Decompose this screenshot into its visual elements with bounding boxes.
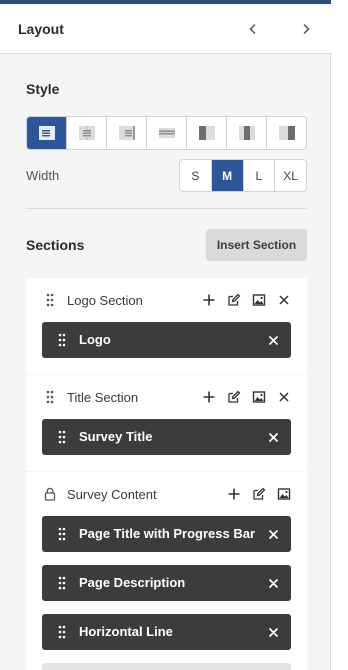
section-item-label: Logo (79, 332, 111, 347)
drag-handle-icon[interactable] (58, 430, 66, 444)
align-full-icon (158, 128, 175, 138)
section-item-label: Page Title with Progress Bar (79, 526, 256, 541)
width-selector: S M L XL (179, 159, 307, 192)
layout-center-panel-icon (238, 126, 255, 140)
drag-handle-icon[interactable] (58, 527, 66, 541)
chevron-left-icon[interactable] (243, 18, 263, 40)
layout-left-panel-button[interactable] (187, 117, 227, 149)
remove-icon[interactable] (265, 624, 281, 640)
remove-icon[interactable] (265, 332, 281, 348)
add-icon[interactable] (224, 484, 243, 503)
sections-heading: Sections (26, 237, 85, 253)
width-l-button[interactable]: L (244, 160, 276, 191)
align-center-button[interactable] (67, 117, 107, 149)
drag-handle-icon[interactable] (44, 292, 56, 308)
remove-icon[interactable] (265, 526, 281, 542)
drag-handle-icon[interactable] (44, 389, 56, 405)
remove-icon[interactable] (265, 575, 281, 591)
section-title: Logo Section (67, 293, 143, 308)
image-icon[interactable] (249, 290, 268, 309)
section-card-survey-content: Survey Content Page Title with Progress … (26, 472, 307, 670)
layout-left-panel-icon (198, 126, 215, 140)
layout-center-panel-button[interactable] (227, 117, 267, 149)
style-heading: Style (26, 81, 60, 97)
section-item-label: Survey Title (79, 429, 153, 444)
align-full-button[interactable] (147, 117, 187, 149)
width-s-button[interactable]: S (180, 160, 212, 191)
align-left-button[interactable] (27, 117, 67, 149)
close-icon[interactable] (274, 387, 293, 406)
section-item-page-title-progress[interactable]: Page Title with Progress Bar (42, 516, 291, 552)
width-xl-button[interactable]: XL (275, 160, 306, 191)
align-center-icon (78, 126, 95, 140)
width-label: Width (26, 168, 60, 183)
edit-icon[interactable] (224, 387, 243, 406)
close-icon[interactable] (274, 290, 293, 309)
drag-handle-icon[interactable] (58, 576, 66, 590)
width-m-button[interactable]: M (211, 160, 244, 191)
image-icon[interactable] (249, 387, 268, 406)
remove-icon[interactable] (265, 429, 281, 445)
drag-handle-icon[interactable] (58, 625, 66, 639)
section-item-label: Page Description (79, 575, 186, 590)
divider (26, 208, 307, 209)
panel-title: Layout (18, 21, 64, 37)
section-item-logo[interactable]: Logo (42, 322, 291, 358)
layout-right-panel-icon (278, 126, 295, 140)
section-item-survey-title[interactable]: Survey Title (42, 419, 291, 455)
section-item-label: Horizontal Line (79, 624, 173, 639)
section-title: Title Section (67, 390, 139, 405)
align-right-icon (118, 126, 135, 140)
layout-right-panel-button[interactable] (267, 117, 306, 149)
lock-icon (44, 486, 56, 502)
image-icon[interactable] (274, 484, 293, 503)
layout-panel: Layout Style Width S M L XL Sections Ins… (0, 4, 331, 670)
alignment-selector (26, 116, 307, 150)
section-card-title: Title Section Survey Title (26, 375, 307, 471)
align-left-icon (38, 126, 55, 140)
chevron-right-icon[interactable] (296, 18, 316, 40)
align-right-button[interactable] (107, 117, 147, 149)
panel-header: Layout (0, 4, 331, 54)
edit-icon[interactable] (224, 290, 243, 309)
insert-section-button[interactable]: Insert Section (206, 229, 307, 261)
section-item-page-description[interactable]: Page Description (42, 565, 291, 601)
next-item-placeholder (42, 663, 291, 670)
drag-handle-icon[interactable] (58, 333, 66, 347)
section-title: Survey Content (67, 487, 157, 502)
section-item-horizontal-line[interactable]: Horizontal Line (42, 614, 291, 650)
add-icon[interactable] (199, 387, 218, 406)
section-card-logo: Logo Section Logo (26, 278, 307, 374)
edit-icon[interactable] (249, 484, 268, 503)
add-icon[interactable] (199, 290, 218, 309)
